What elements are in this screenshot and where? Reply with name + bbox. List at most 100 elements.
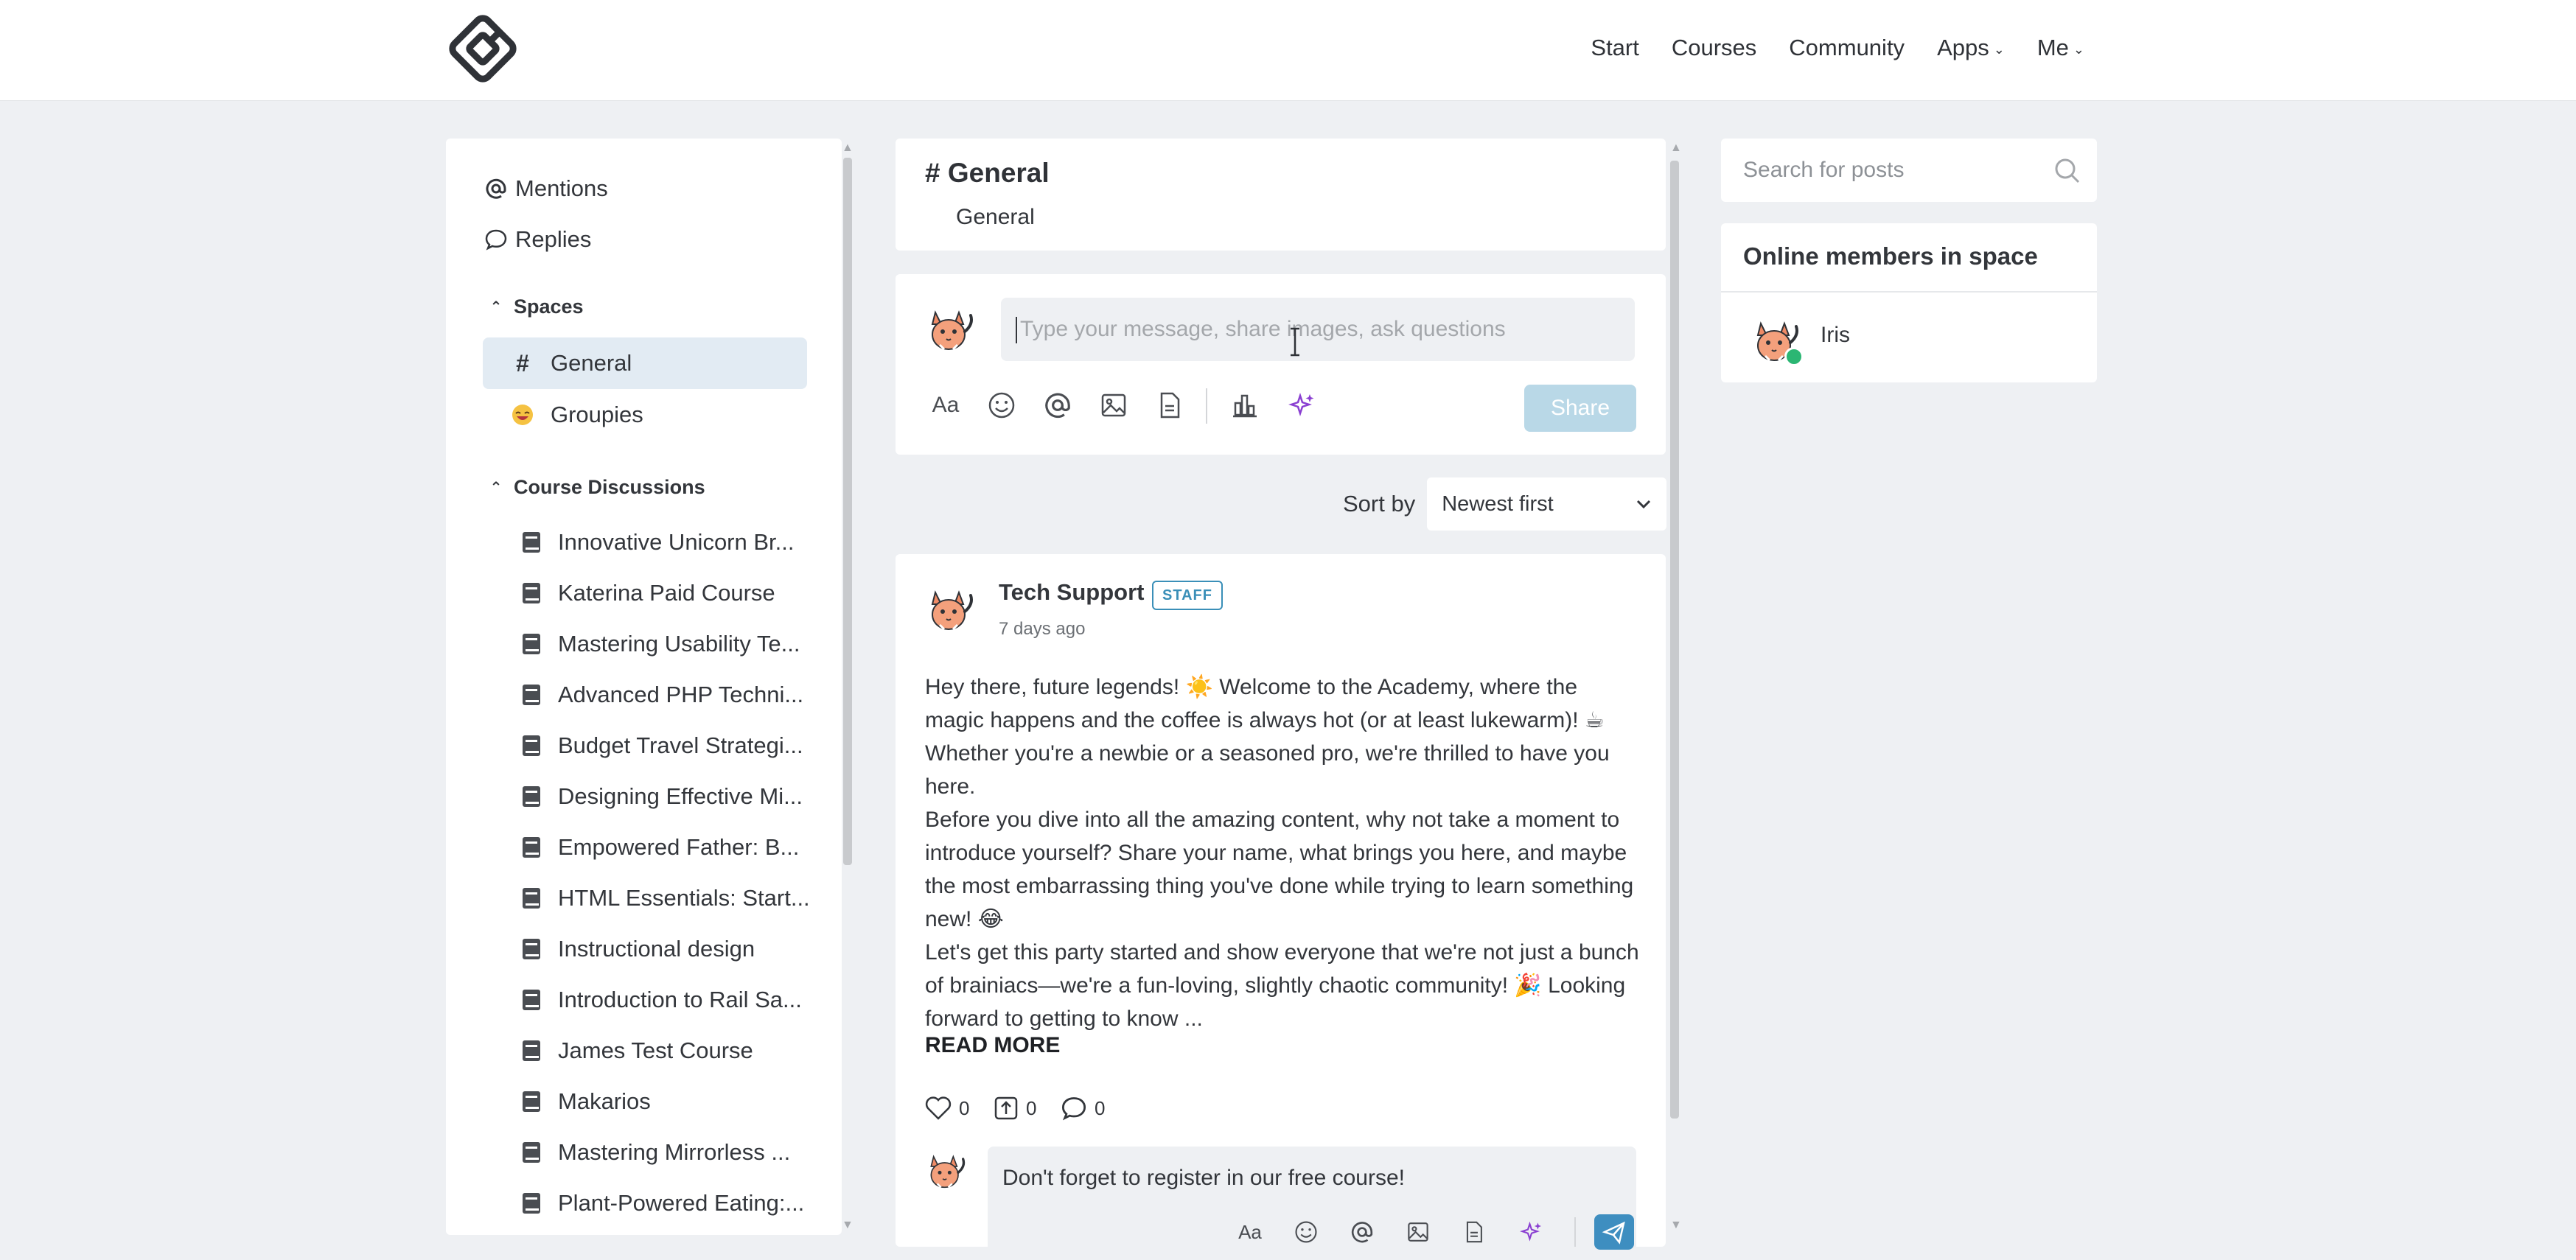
speech-bubble-icon	[483, 228, 509, 251]
avatar	[925, 1148, 969, 1192]
course-label: Introduction to Rail Sa...	[558, 987, 802, 1012]
laughing-emoji-icon	[509, 403, 536, 427]
sidebar-course-item[interactable]: Plant-Powered Eating:...	[483, 1179, 807, 1228]
text-cursor-icon	[1291, 327, 1299, 357]
sidebar-item-mentions[interactable]: Mentions	[483, 164, 807, 213]
sidebar-item-groupies[interactable]: Groupies	[483, 389, 807, 441]
text-format-icon[interactable]: Aa	[1234, 1217, 1266, 1247]
nav-me[interactable]: Me ⌄	[2021, 29, 2101, 66]
nav-start[interactable]: Start	[1574, 29, 1655, 66]
scroll-down-arrow-icon[interactable]: ▼	[1670, 1219, 1682, 1232]
reply-input[interactable]: Don't forget to register in our free cou…	[988, 1147, 1636, 1250]
chevron-down-icon	[1637, 500, 1651, 509]
post-composer: Type your message, share images, ask que…	[896, 274, 1666, 455]
mention-icon[interactable]	[1037, 385, 1078, 426]
book-icon	[521, 684, 542, 706]
chevron-down-icon: ⌄	[2073, 42, 2084, 57]
sidebar-course-item[interactable]: HTML Essentials: Start...	[483, 874, 810, 923]
spaces-section-toggle[interactable]: ⌃ Spaces	[483, 288, 807, 325]
image-icon[interactable]	[1402, 1217, 1434, 1247]
message-input[interactable]: Type your message, share images, ask que…	[1001, 298, 1635, 361]
main-nav: Start Courses Community Apps ⌄ Me ⌄	[1574, 29, 2101, 66]
sidebar-item-general[interactable]: # General	[483, 337, 807, 389]
post-timestamp[interactable]: 7 days ago	[999, 619, 1085, 640]
sidebar-item-label: Mentions	[515, 175, 608, 201]
send-icon	[1602, 1221, 1625, 1245]
scroll-up-arrow-icon[interactable]: ▲	[842, 141, 854, 155]
post-author-name[interactable]: Tech Support	[999, 579, 1144, 606]
emoji-icon[interactable]	[981, 385, 1022, 426]
nav-community[interactable]: Community	[1773, 29, 1921, 66]
scrollbar-thumb[interactable]	[843, 158, 852, 865]
share-post-button[interactable]: 0	[994, 1092, 1036, 1124]
like-button[interactable]: 0	[925, 1092, 969, 1124]
staff-badge: STAFF	[1152, 581, 1223, 610]
sidebar-course-item[interactable]: Introduction to Rail Sa...	[483, 976, 807, 1024]
sort-selected-value: Newest first	[1442, 491, 1554, 516]
book-icon	[521, 887, 542, 909]
search-icon[interactable]	[2053, 156, 2082, 186]
book-icon	[521, 938, 542, 960]
emoji-icon[interactable]	[1290, 1217, 1322, 1247]
share-upload-icon	[994, 1096, 1018, 1120]
image-icon[interactable]	[1093, 385, 1134, 426]
sidebar-course-item[interactable]: Designing Effective Mi...	[483, 772, 807, 821]
channel-title: # General	[925, 158, 1050, 188]
ai-sparkle-icon[interactable]	[1515, 1217, 1548, 1247]
author-avatar[interactable]	[925, 582, 978, 635]
post-paragraph: Before you dive into all the amazing con…	[925, 808, 1634, 931]
post-search	[1721, 139, 2097, 202]
member-name[interactable]: Iris	[1821, 323, 1850, 348]
sidebar-course-item[interactable]: Instructional design	[483, 925, 807, 973]
document-icon[interactable]	[1458, 1217, 1490, 1247]
text-format-icon[interactable]: Aa	[925, 385, 966, 426]
book-icon	[521, 531, 542, 553]
course-label: Katerina Paid Course	[558, 580, 775, 606]
post-paragraph: Hey there, future legends! ☀️ Welcome to…	[925, 675, 1610, 799]
sidebar-course-item[interactable]: Mastering Mirrorless ...	[483, 1128, 807, 1177]
course-label: Empowered Father: B...	[558, 834, 800, 860]
read-more-link[interactable]: READ MORE	[925, 1033, 1060, 1058]
ai-sparkle-icon[interactable]	[1282, 385, 1323, 426]
heart-icon	[925, 1096, 952, 1120]
course-label: Designing Effective Mi...	[558, 783, 803, 809]
sidebar-course-item[interactable]: Katerina Paid Course	[483, 569, 807, 617]
send-button[interactable]	[1594, 1214, 1634, 1250]
search-input[interactable]	[1743, 139, 2038, 202]
feed-scrollbar[interactable]: ▲ ▼	[1669, 141, 1682, 1232]
sidebar-course-item[interactable]: Budget Travel Strategi...	[483, 721, 807, 770]
poll-chart-icon[interactable]	[1224, 385, 1266, 426]
course-label: James Test Course	[558, 1037, 753, 1063]
sidebar-course-item[interactable]: Empowered Father: B...	[483, 823, 807, 872]
scroll-up-arrow-icon[interactable]: ▲	[1670, 141, 1682, 155]
document-icon[interactable]	[1149, 385, 1190, 426]
sidebar-course-item[interactable]: Mastering Usability Te...	[483, 620, 807, 668]
course-label: Advanced PHP Techni...	[558, 682, 804, 707]
sidebar-course-item[interactable]: James Test Course	[483, 1026, 807, 1075]
sidebar-scrollbar[interactable]: ▲ ▼	[840, 141, 854, 1232]
sidebar-course-item[interactable]: Makarios	[483, 1077, 807, 1126]
comment-button[interactable]: 0	[1061, 1092, 1105, 1124]
comment-icon	[1061, 1097, 1086, 1121]
post-paragraph: Let's get this party started and show ev…	[925, 940, 1639, 1031]
sort-select[interactable]: Newest first	[1427, 477, 1667, 531]
toolbar-divider	[1574, 1217, 1576, 1247]
course-discussions-toggle[interactable]: ⌃ Course Discussions	[483, 469, 807, 505]
scroll-down-arrow-icon[interactable]: ▼	[842, 1219, 854, 1232]
logo-icon[interactable]	[446, 12, 520, 85]
chevron-up-icon: ⌃	[489, 479, 503, 496]
sidebar-course-item[interactable]: Innovative Unicorn Br...	[483, 518, 807, 567]
chevron-down-icon: ⌄	[1993, 42, 2005, 57]
scrollbar-thumb[interactable]	[1670, 161, 1679, 1119]
course-label: Makarios	[558, 1088, 651, 1114]
nav-apps[interactable]: Apps ⌄	[1921, 29, 2021, 66]
online-members-panel: Online members in space Iris	[1721, 223, 2097, 382]
sidebar-item-label: Replies	[515, 226, 592, 252]
nav-courses[interactable]: Courses	[1655, 29, 1773, 66]
hash-icon: #	[516, 349, 529, 377]
share-button[interactable]: Share	[1524, 385, 1636, 432]
sidebar-item-replies[interactable]: Replies	[483, 215, 807, 264]
mention-icon[interactable]	[1346, 1217, 1378, 1247]
sidebar-course-item[interactable]: Advanced PHP Techni...	[483, 671, 807, 719]
nav-community-label: Community	[1789, 35, 1905, 60]
